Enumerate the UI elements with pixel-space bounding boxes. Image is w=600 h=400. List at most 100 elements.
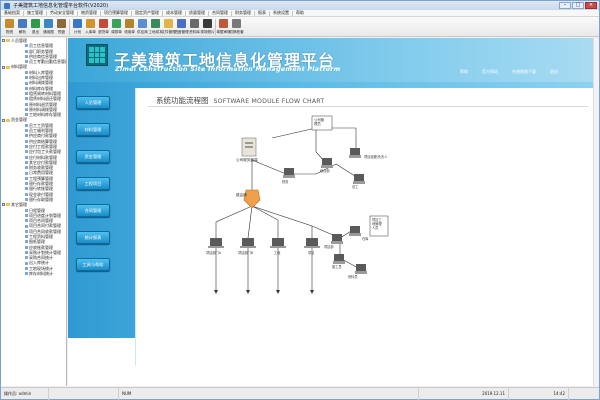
toolbar-button-3[interactable]: 通用图 bbox=[42, 17, 55, 36]
menu-item-9[interactable]: 财务管理 bbox=[232, 10, 254, 16]
status-bar: 操作员: admin NUM 2019.12.11 14:42 bbox=[1, 387, 599, 400]
document-icon bbox=[25, 213, 28, 217]
toolbar-button-2[interactable]: 退出 bbox=[29, 17, 42, 36]
document-icon bbox=[25, 55, 28, 59]
menu-item-1[interactable]: 施工管理 bbox=[24, 10, 46, 16]
label-left-2: 项目部门B bbox=[238, 250, 253, 255]
toolbar-button-label: 退货单 bbox=[98, 30, 109, 34]
status-middle: NUM bbox=[119, 387, 419, 400]
document-icon bbox=[25, 139, 28, 143]
folder-icon bbox=[164, 19, 173, 28]
tree-item[interactable]: 库存材料统计 bbox=[1, 271, 66, 276]
expand-toggle-icon[interactable] bbox=[2, 39, 5, 43]
menu-item-8[interactable]: 合同管理 bbox=[209, 10, 231, 16]
toolbar-button-13[interactable]: 进度管理 bbox=[174, 17, 189, 36]
computer-icon bbox=[349, 148, 361, 158]
document-icon bbox=[25, 150, 28, 154]
toolbar-button-7[interactable]: 退货单 bbox=[97, 17, 110, 36]
menu-item-6[interactable]: 成本管理 bbox=[163, 10, 185, 16]
menu-item-4[interactable]: 项目预算管理 bbox=[101, 10, 131, 16]
expand-toggle-icon[interactable] bbox=[2, 65, 5, 69]
toolbar-button-16[interactable]: 单据审核 bbox=[216, 17, 231, 36]
label-server: 公司服务器端 bbox=[236, 157, 258, 162]
calendar-icon bbox=[73, 19, 82, 28]
inbox-icon bbox=[86, 19, 95, 28]
module-button-4[interactable]: 合同管理 bbox=[76, 204, 110, 217]
module-button-6[interactable]: 工具与帮助 bbox=[76, 258, 110, 271]
computer-icon bbox=[353, 174, 365, 184]
toolbar-button-10[interactable]: 供应商 bbox=[136, 17, 149, 36]
document-icon bbox=[25, 235, 28, 239]
toolbar: 物资 解析 退出 通用图 预盘 计划 入库单 退货单 调拨单 领用单 供应商 工地成本 文件管理 进度管理… bbox=[1, 17, 599, 37]
toolbar-button-12[interactable]: 文件管理 bbox=[161, 17, 176, 36]
computer-icon bbox=[355, 264, 367, 274]
document-icon bbox=[25, 219, 28, 223]
laptop-icon bbox=[304, 238, 320, 248]
toolbar-button-4[interactable]: 预盘 bbox=[55, 17, 68, 36]
header-link-1[interactable]: 官方网站 bbox=[482, 69, 498, 75]
module-button-5[interactable]: 统计报表 bbox=[76, 231, 110, 244]
tree-item-label: 工地材料库存管理 bbox=[29, 112, 61, 118]
header-link-3[interactable]: 退出 bbox=[550, 69, 558, 75]
document-icon bbox=[25, 251, 28, 255]
navigation-tree[interactable]: 人员管理 员工信息管理 部门职务管理 供应商信息管理 员工考勤出勤信息管理 材料管理 材料入… bbox=[1, 38, 67, 386]
menu-item-2[interactable]: 劳动安全管理 bbox=[47, 10, 77, 16]
label-site-b: 仓库 bbox=[362, 236, 369, 241]
toolbar-button-label: 通用图 bbox=[43, 30, 54, 34]
module-button-0[interactable]: 人员管理 bbox=[76, 96, 110, 109]
document-icon bbox=[25, 166, 28, 170]
close-button[interactable]: × bbox=[585, 2, 597, 9]
label-pc-c: 项目经理/负责人 bbox=[364, 154, 388, 159]
document-icon bbox=[25, 182, 28, 186]
computer-icon bbox=[331, 234, 343, 244]
toolbar-button-9[interactable]: 领用单 bbox=[123, 17, 136, 36]
label-site-a: 项目部 bbox=[324, 244, 334, 249]
module-button-3[interactable]: 工程项目 bbox=[76, 177, 110, 190]
vertical-scrollbar[interactable] bbox=[593, 38, 599, 386]
computer-icon bbox=[283, 168, 295, 178]
label-mid-1: 工地 bbox=[274, 250, 281, 255]
computer-icon bbox=[349, 226, 361, 236]
toolbar-button-0[interactable]: 物资 bbox=[3, 17, 16, 36]
menu-item-11[interactable]: 系统设置 bbox=[270, 10, 292, 16]
menu-item-0[interactable]: 基础档案 bbox=[1, 10, 23, 16]
toolbar-button-15[interactable]: 现场照片 bbox=[200, 17, 215, 36]
window-controls: – □ × bbox=[559, 2, 597, 9]
document-icon bbox=[25, 240, 28, 244]
tree-item-label: 库存材料统计 bbox=[29, 271, 53, 277]
return-icon bbox=[99, 19, 108, 28]
label-pc-d: 总工 bbox=[352, 184, 359, 189]
maximize-button[interactable]: □ bbox=[572, 2, 584, 9]
expand-toggle-icon[interactable] bbox=[2, 118, 5, 122]
toolbar-button-label: 入库单 bbox=[85, 30, 96, 34]
module-button-2[interactable]: 资金管理 bbox=[76, 150, 110, 163]
toolbar-button-5[interactable]: 计划 bbox=[71, 17, 84, 36]
toolbar-button-17[interactable]: 切换账套 bbox=[229, 17, 244, 36]
laptop-icon bbox=[270, 238, 286, 248]
document-icon bbox=[25, 113, 28, 117]
minimize-button[interactable]: – bbox=[559, 2, 571, 9]
document-icon bbox=[25, 245, 28, 249]
menu-item-7[interactable]: 质量管理 bbox=[186, 10, 208, 16]
menu-item-5[interactable]: 固定资产管理 bbox=[132, 10, 162, 16]
menu-item-12[interactable]: 帮助 bbox=[293, 10, 307, 16]
toolbar-button-label: 供应商 bbox=[137, 30, 148, 34]
toolbar-button-1[interactable]: 解析 bbox=[16, 17, 29, 36]
module-button-1[interactable]: 材料管理 bbox=[76, 123, 110, 136]
menu-item-3[interactable]: 物资管理 bbox=[78, 10, 100, 16]
document-icon bbox=[25, 81, 28, 85]
menu-item-10[interactable]: 报表 bbox=[255, 10, 269, 16]
document-icon bbox=[25, 261, 28, 265]
expand-toggle-icon[interactable] bbox=[2, 203, 5, 207]
toolbar-button-11[interactable]: 工地成本 bbox=[148, 17, 163, 36]
tree-item-label: 银行存取管理 bbox=[29, 196, 53, 202]
document-icon bbox=[25, 145, 28, 149]
header-link-0[interactable]: 帮助 bbox=[460, 69, 468, 75]
folder-icon bbox=[6, 39, 10, 43]
toolbar-button-14[interactable]: 资料库 bbox=[188, 17, 201, 36]
document-icon bbox=[25, 49, 28, 53]
toolbar-button-8[interactable]: 调拨单 bbox=[110, 17, 123, 36]
header-link-2[interactable]: 在线视频下载 bbox=[512, 69, 536, 75]
toolbar-button-6[interactable]: 入库单 bbox=[84, 17, 97, 36]
folder-icon bbox=[6, 118, 10, 122]
